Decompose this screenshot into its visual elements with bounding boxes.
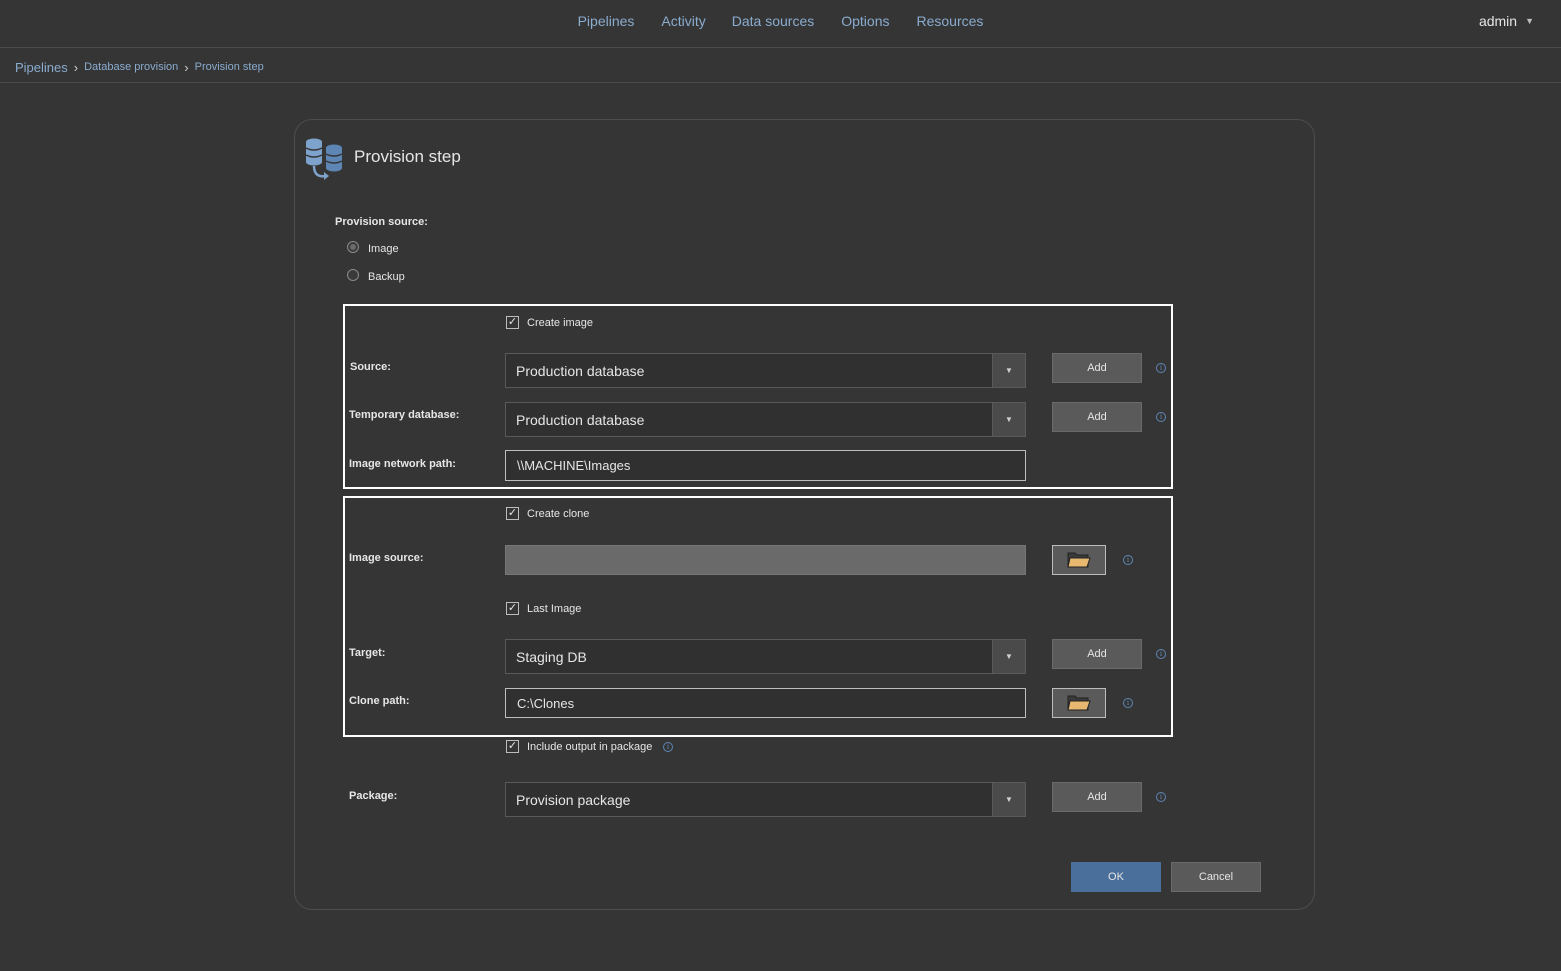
- info-icon[interactable]: i: [1123, 555, 1133, 565]
- info-icon[interactable]: i: [1156, 649, 1166, 659]
- package-select-value: Provision package: [516, 792, 631, 808]
- radio-image-label: Image: [368, 243, 399, 255]
- temporary-database-select-value: Production database: [516, 412, 645, 428]
- temporary-database-select[interactable]: Production database ▼: [505, 402, 1026, 437]
- create-clone-checkbox[interactable]: ✓: [506, 507, 519, 520]
- image-source-input: [505, 545, 1026, 575]
- last-image-checkbox[interactable]: ✓: [506, 602, 519, 615]
- breadcrumb-database-provision[interactable]: Database provision: [84, 61, 178, 73]
- info-icon[interactable]: i: [1156, 363, 1166, 373]
- chevron-down-icon: ▼: [992, 403, 1025, 436]
- info-icon[interactable]: i: [663, 742, 673, 752]
- breadcrumb-divider: [0, 82, 1561, 83]
- chevron-down-icon: ▼: [992, 640, 1025, 673]
- top-nav: Pipelines Activity Data sources Options …: [0, 0, 1561, 48]
- breadcrumb: Pipelines › Database provision › Provisi…: [15, 57, 264, 77]
- nav-activity[interactable]: Activity: [661, 13, 705, 29]
- target-add-button[interactable]: Add: [1052, 639, 1142, 669]
- chevron-right-icon: ›: [73, 59, 79, 75]
- info-icon[interactable]: i: [1156, 412, 1166, 422]
- image-source-browse-button[interactable]: [1052, 545, 1106, 575]
- user-name: admin: [1478, 13, 1518, 29]
- chevron-right-icon: ›: [184, 59, 189, 75]
- image-network-path-input[interactable]: \\MACHINE\Images: [505, 450, 1026, 481]
- include-output-checkbox[interactable]: ✓: [506, 740, 519, 753]
- info-icon[interactable]: i: [1123, 698, 1133, 708]
- ok-button[interactable]: OK: [1071, 862, 1161, 892]
- cancel-button[interactable]: Cancel: [1171, 862, 1261, 892]
- nav-pipelines[interactable]: Pipelines: [578, 13, 635, 29]
- chevron-down-icon: ▼: [992, 354, 1025, 387]
- nav-options[interactable]: Options: [841, 13, 889, 29]
- folder-icon: [1067, 552, 1091, 568]
- chevron-down-icon: ▼: [1525, 16, 1534, 26]
- image-source-label: Image source:: [349, 552, 424, 564]
- nav-data-sources[interactable]: Data sources: [732, 13, 814, 29]
- radio-backup[interactable]: [347, 269, 359, 281]
- user-menu[interactable]: admin ▼: [1479, 13, 1534, 29]
- provision-step-card: Provision step Provision source: Image B…: [294, 119, 1315, 910]
- folder-icon: [1067, 695, 1091, 711]
- source-label: Source:: [350, 361, 391, 373]
- info-icon[interactable]: i: [1156, 792, 1166, 802]
- radio-image[interactable]: [347, 241, 359, 253]
- last-image-label: Last Image: [527, 603, 582, 615]
- database-provision-icon: [305, 138, 343, 180]
- nav-links: Pipelines Activity Data sources Options …: [0, 13, 1561, 29]
- radio-backup-label: Backup: [368, 271, 405, 283]
- breadcrumb-pipelines[interactable]: Pipelines: [15, 60, 68, 75]
- package-label: Package:: [349, 790, 398, 802]
- source-select-value: Production database: [516, 363, 645, 379]
- image-network-path-label: Image network path:: [349, 458, 456, 470]
- provision-source-label: Provision source:: [335, 216, 428, 228]
- target-select-value: Staging DB: [516, 649, 587, 665]
- chevron-down-icon: ▼: [992, 783, 1025, 816]
- nav-resources[interactable]: Resources: [916, 13, 983, 29]
- create-image-label: Create image: [527, 317, 594, 329]
- breadcrumb-provision-step[interactable]: Provision step: [195, 61, 264, 73]
- source-select[interactable]: Production database ▼: [505, 353, 1026, 388]
- source-add-button[interactable]: Add: [1052, 353, 1142, 383]
- create-image-checkbox[interactable]: ✓: [506, 316, 519, 329]
- target-label: Target:: [349, 647, 386, 659]
- dialog-title: Provision step: [354, 147, 461, 166]
- temporary-database-label: Temporary database:: [349, 409, 460, 421]
- clone-path-label: Clone path:: [349, 695, 410, 707]
- create-clone-label: Create clone: [527, 508, 590, 520]
- include-output-label: Include output in package: [527, 741, 653, 753]
- clone-path-input[interactable]: C:\Clones: [505, 688, 1026, 718]
- target-select[interactable]: Staging DB ▼: [505, 639, 1026, 674]
- package-add-button[interactable]: Add: [1052, 782, 1142, 812]
- temporary-database-add-button[interactable]: Add: [1052, 402, 1142, 432]
- clone-path-browse-button[interactable]: [1052, 688, 1106, 718]
- package-select[interactable]: Provision package ▼: [505, 782, 1026, 817]
